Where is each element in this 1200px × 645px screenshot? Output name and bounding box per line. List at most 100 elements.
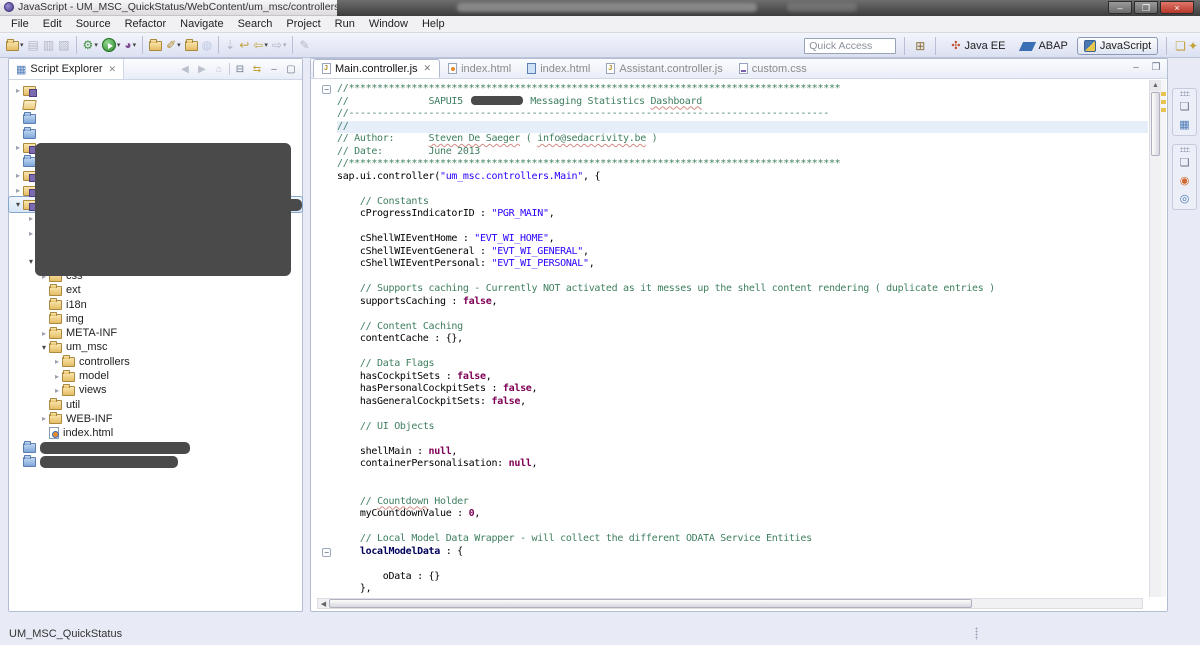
editor-tab-assistant-controller-js[interactable]: Assistant.controller.js [598,59,730,78]
expand-arrow-icon[interactable]: ▸ [13,171,23,180]
menu-navigate[interactable]: Navigate [173,17,230,31]
expand-arrow-icon[interactable]: ▸ [39,414,49,423]
vertical-scrollbar[interactable]: ▲ [1149,80,1161,597]
menu-refactor[interactable]: Refactor [118,17,174,31]
menu-file[interactable]: File [4,17,36,31]
expand-arrow-icon[interactable]: ▸ [39,329,49,338]
tree-item-redacted[interactable]: ▸ [9,83,302,97]
expand-arrow-icon[interactable]: ▾ [13,200,23,209]
menu-search[interactable]: Search [231,17,280,31]
restore-fast-view-icon[interactable]: ❏ [1180,100,1190,114]
script-explorer-tab[interactable]: ▦ Script Explorer ✕ [9,59,124,79]
tree-item-meta-inf[interactable]: ▸META-INF [9,326,302,340]
maximize-button[interactable]: ❐ [1134,1,1158,14]
snippets-view-icon[interactable]: ◎ [1180,192,1190,206]
perspective-abap[interactable]: ABAP [1014,37,1074,55]
forward-history-dropdown-arrow[interactable]: ▾ [283,41,287,49]
last-edit-location-button[interactable]: ↩ [237,35,251,55]
debug-dropdown-arrow[interactable]: ▾ [94,41,98,49]
menu-window[interactable]: Window [362,17,415,31]
overview-ruler[interactable] [1161,80,1166,597]
editor-tab-index-html[interactable]: index.html [440,59,519,78]
close-button[interactable]: × [1160,1,1194,14]
tree-item-util[interactable]: util [9,398,302,412]
perspective-javascript[interactable]: JavaScript [1077,37,1158,55]
maximize-editor-icon[interactable]: ❐ [1149,62,1163,73]
tree-item-views[interactable]: ▸views [9,383,302,397]
code-editor[interactable]: −//*************************************… [312,80,1166,597]
drag-handle[interactable] [1180,91,1190,96]
scroll-left-arrow[interactable]: ◀ [318,600,329,608]
editor-tab-custom-css[interactable]: custom.css [731,59,815,78]
tree-item-controllers[interactable]: ▸controllers [9,355,302,369]
expand-arrow-icon[interactable]: ▸ [13,186,23,195]
tree-item-model[interactable]: ▸model [9,369,302,383]
drag-handle[interactable] [1180,147,1190,152]
outline-view-icon[interactable]: ▦ [1179,118,1189,132]
maximize-view-icon[interactable]: ▢ [284,64,298,75]
run-button[interactable]: ▾ [100,35,123,55]
close-tab-icon[interactable]: ✕ [424,63,432,74]
expand-arrow-icon[interactable]: ▸ [13,143,23,152]
expand-arrow-icon[interactable]: ▸ [52,357,62,366]
scroll-up-arrow[interactable]: ▲ [1150,80,1161,91]
link-with-editor-icon[interactable]: ⇆ [250,64,264,75]
menu-edit[interactable]: Edit [36,17,69,31]
menu-run[interactable]: Run [328,17,362,31]
perspective-java-ee[interactable]: ✣Java EE [944,37,1012,55]
editor-tab-index-html[interactable]: index.html [519,59,598,78]
tree-item-redacted[interactable] [9,440,302,454]
search-dropdown-arrow[interactable]: ▾ [177,41,181,49]
tree-item-web-inf[interactable]: ▸WEB-INF [9,412,302,426]
vertical-scroll-thumb[interactable] [1151,92,1160,156]
minimize-button[interactable]: – [1108,1,1132,14]
star-icon[interactable]: ✦ [1188,38,1198,54]
problems-view-icon[interactable]: ◉ [1180,174,1190,188]
fold-collapse-icon[interactable]: − [322,85,331,94]
code-content[interactable]: −//*************************************… [312,80,1148,597]
horizontal-scrollbar[interactable]: ◀ [317,598,1143,609]
tree-item-ext[interactable]: ext [9,283,302,297]
profile-button[interactable]: ◕▾ [122,35,138,55]
back-history-button[interactable]: ⇦▾ [251,35,270,55]
minimize-editor-icon[interactable]: – [1129,62,1143,73]
tree-item-img[interactable]: img [9,312,302,326]
annotation-marker[interactable] [1161,100,1166,104]
menu-source[interactable]: Source [69,17,118,31]
search-button[interactable]: ✐▾ [164,35,183,55]
expand-arrow-icon[interactable]: ▸ [52,386,62,395]
annotation-marker[interactable] [1161,108,1166,112]
editor-tab-main-controller-js[interactable]: Main.controller.js✕ [313,59,440,78]
back-history-dropdown-arrow[interactable]: ▾ [264,41,268,49]
open-resource-button[interactable] [183,35,200,55]
fold-collapse-icon[interactable]: − [322,548,331,557]
run-dropdown-arrow[interactable]: ▾ [117,41,121,49]
tree-item-index-html[interactable]: index.html [9,426,302,440]
quick-access-input[interactable] [804,38,896,54]
annotation-marker[interactable] [1161,92,1166,96]
new-wizard-dropdown-arrow[interactable]: ▾ [20,41,24,49]
menu-help[interactable]: Help [415,17,452,31]
restore-fast-view-icon[interactable]: ❏ [1180,156,1190,170]
horizontal-scroll-thumb[interactable] [329,599,972,608]
tree-item-redacted[interactable] [9,126,302,140]
expand-arrow-icon[interactable]: ▾ [39,343,49,352]
new-wizard-button[interactable]: ▾ [4,35,26,55]
tree-item-redacted[interactable] [9,97,302,111]
menu-project[interactable]: Project [279,17,327,31]
title-bar[interactable]: JavaScript - UM_MSC_QuickStatus/WebConte… [0,0,1200,16]
expand-arrow-icon[interactable]: ▸ [13,86,23,95]
minimize-view-icon[interactable]: – [267,64,281,75]
tree-item-i18n[interactable]: i18n [9,297,302,311]
status-bar-handle[interactable] [975,627,978,640]
collapse-all-icon[interactable]: ⊟ [233,64,247,75]
open-task-button[interactable] [147,35,164,55]
expand-arrow-icon[interactable]: ▸ [52,372,62,381]
tree-item-redacted[interactable] [9,455,302,469]
tree-item-redacted[interactable] [9,112,302,126]
new-folder-icon[interactable]: ❏ [1175,38,1186,54]
close-view-icon[interactable]: ✕ [109,64,117,75]
tree-item-um-msc[interactable]: ▾um_msc [9,340,302,354]
open-perspective-icon[interactable]: ⊞ [913,39,927,53]
debug-button[interactable]: ⚙▾ [81,35,100,55]
